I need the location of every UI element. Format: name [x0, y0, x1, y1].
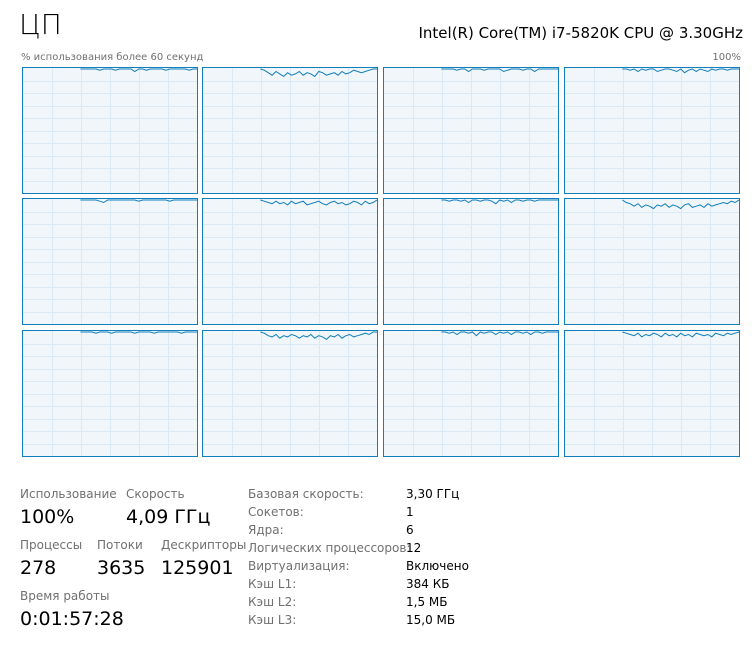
cpu-graph-plot: [384, 199, 558, 324]
cpu-graph-plot: [565, 331, 739, 456]
cpu-graph-12[interactable]: [564, 330, 740, 457]
cpu-graph-area: [441, 332, 558, 456]
cpu-graph-9[interactable]: [22, 330, 198, 457]
cpu-graph-plot: [384, 68, 558, 193]
cores-label: Ядра:: [248, 523, 284, 537]
cpu-graph-5[interactable]: [22, 198, 198, 325]
cpu-graph-10[interactable]: [202, 330, 378, 457]
uptime-value: 0:01:57:28: [20, 608, 124, 630]
cpu-graph-plot: [203, 331, 377, 456]
cpu-graph-area: [260, 332, 377, 456]
virtualization-label: Виртуализация:: [248, 559, 350, 573]
usage-label: Использование: [20, 487, 117, 501]
cpu-graph-6[interactable]: [202, 198, 378, 325]
cpu-graph-plot: [23, 68, 197, 193]
cpu-graph-area: [622, 332, 739, 456]
cpu-graph-area: [80, 332, 197, 456]
processes-label: Процессы: [20, 538, 83, 552]
handles-value: 125901: [161, 557, 234, 579]
cpu-graph-1[interactable]: [22, 67, 198, 194]
cpu-graph-area: [622, 69, 739, 193]
cpu-graph-plot: [23, 331, 197, 456]
sockets-value: 1: [406, 505, 414, 519]
cpu-graph-area: [622, 200, 739, 324]
cpu-graph-area: [441, 69, 558, 193]
cpu-graph-area: [80, 200, 197, 324]
speed-label: Скорость: [126, 487, 185, 501]
cpu-graph-plot: [203, 68, 377, 193]
cpu-graph-4[interactable]: [564, 67, 740, 194]
base-speed-value: 3,30 ГГц: [406, 487, 460, 501]
cpu-graph-7[interactable]: [383, 198, 559, 325]
handles-label: Дескрипторы: [161, 538, 247, 552]
logical-processors-label: Логических процессоров:: [248, 541, 411, 555]
usage-value: 100%: [20, 506, 75, 528]
cache-l3-value: 15,0 МБ: [406, 613, 456, 627]
cpu-graph-11[interactable]: [383, 330, 559, 457]
cpu-graph-plot: [384, 331, 558, 456]
cpu-graphs-grid[interactable]: [0, 0, 755, 470]
cpu-graph-plot: [565, 68, 739, 193]
speed-value: 4,09 ГГц: [126, 506, 211, 528]
cpu-graph-2[interactable]: [202, 67, 378, 194]
cpu-graph-plot: [23, 199, 197, 324]
cores-value: 6: [406, 523, 414, 537]
virtualization-value: Включено: [406, 559, 469, 573]
uptime-label: Время работы: [20, 589, 110, 603]
sockets-label: Сокетов:: [248, 505, 304, 519]
cache-l1-label: Кэш L1:: [248, 577, 297, 591]
cache-l3-label: Кэш L3:: [248, 613, 297, 627]
threads-label: Потоки: [97, 538, 143, 552]
cache-l2-label: Кэш L2:: [248, 595, 297, 609]
cpu-graph-area: [80, 69, 197, 193]
logical-processors-value: 12: [406, 541, 422, 555]
processes-value: 278: [20, 557, 57, 579]
cpu-graph-8[interactable]: [564, 198, 740, 325]
cpu-graph-plot: [203, 199, 377, 324]
cache-l2-value: 1,5 МБ: [406, 595, 448, 609]
cpu-graph-area: [260, 69, 377, 193]
cpu-graph-area: [441, 200, 558, 324]
base-speed-label: Базовая скорость:: [248, 487, 364, 501]
cpu-graph-area: [260, 200, 377, 324]
threads-value: 3635: [97, 557, 146, 579]
cpu-graph-3[interactable]: [383, 67, 559, 194]
cpu-graph-plot: [565, 199, 739, 324]
cache-l1-value: 384 КБ: [406, 577, 450, 591]
